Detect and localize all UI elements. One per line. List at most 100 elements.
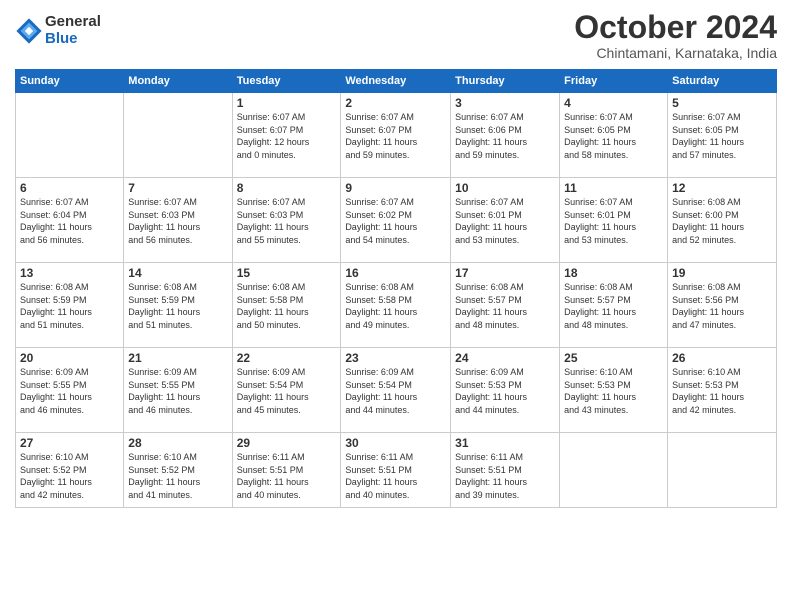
day-info: Sunrise: 6:10 AM Sunset: 5:52 PM Dayligh… xyxy=(128,451,227,501)
day-number: 15 xyxy=(237,266,337,280)
location: Chintamani, Karnataka, India xyxy=(574,45,777,61)
day-info: Sunrise: 6:09 AM Sunset: 5:54 PM Dayligh… xyxy=(237,366,337,416)
table-row: 23Sunrise: 6:09 AM Sunset: 5:54 PM Dayli… xyxy=(341,348,451,433)
table-row: 16Sunrise: 6:08 AM Sunset: 5:58 PM Dayli… xyxy=(341,263,451,348)
page-container: General Blue October 2024 Chintamani, Ka… xyxy=(0,0,792,612)
day-info: Sunrise: 6:07 AM Sunset: 6:07 PM Dayligh… xyxy=(237,111,337,161)
col-monday: Monday xyxy=(124,70,232,93)
day-info: Sunrise: 6:07 AM Sunset: 6:03 PM Dayligh… xyxy=(128,196,227,246)
day-number: 27 xyxy=(20,436,119,450)
day-info: Sunrise: 6:08 AM Sunset: 5:59 PM Dayligh… xyxy=(128,281,227,331)
table-row: 8Sunrise: 6:07 AM Sunset: 6:03 PM Daylig… xyxy=(232,178,341,263)
table-row: 26Sunrise: 6:10 AM Sunset: 5:53 PM Dayli… xyxy=(668,348,777,433)
table-row: 14Sunrise: 6:08 AM Sunset: 5:59 PM Dayli… xyxy=(124,263,232,348)
day-number: 18 xyxy=(564,266,663,280)
table-row: 5Sunrise: 6:07 AM Sunset: 6:05 PM Daylig… xyxy=(668,93,777,178)
day-info: Sunrise: 6:08 AM Sunset: 5:58 PM Dayligh… xyxy=(345,281,446,331)
day-number: 12 xyxy=(672,181,772,195)
day-number: 26 xyxy=(672,351,772,365)
day-info: Sunrise: 6:07 AM Sunset: 6:04 PM Dayligh… xyxy=(20,196,119,246)
day-number: 28 xyxy=(128,436,227,450)
table-row: 1Sunrise: 6:07 AM Sunset: 6:07 PM Daylig… xyxy=(232,93,341,178)
table-row: 3Sunrise: 6:07 AM Sunset: 6:06 PM Daylig… xyxy=(451,93,560,178)
calendar-table: Sunday Monday Tuesday Wednesday Thursday… xyxy=(15,69,777,508)
table-row: 21Sunrise: 6:09 AM Sunset: 5:55 PM Dayli… xyxy=(124,348,232,433)
day-info: Sunrise: 6:07 AM Sunset: 6:07 PM Dayligh… xyxy=(345,111,446,161)
day-info: Sunrise: 6:07 AM Sunset: 6:05 PM Dayligh… xyxy=(564,111,663,161)
table-row: 25Sunrise: 6:10 AM Sunset: 5:53 PM Dayli… xyxy=(560,348,668,433)
table-row: 12Sunrise: 6:08 AM Sunset: 6:00 PM Dayli… xyxy=(668,178,777,263)
logo-blue-text: Blue xyxy=(45,31,101,48)
day-info: Sunrise: 6:09 AM Sunset: 5:54 PM Dayligh… xyxy=(345,366,446,416)
day-number: 14 xyxy=(128,266,227,280)
day-info: Sunrise: 6:07 AM Sunset: 6:06 PM Dayligh… xyxy=(455,111,555,161)
day-info: Sunrise: 6:09 AM Sunset: 5:55 PM Dayligh… xyxy=(128,366,227,416)
day-number: 5 xyxy=(672,96,772,110)
day-info: Sunrise: 6:10 AM Sunset: 5:53 PM Dayligh… xyxy=(672,366,772,416)
logo-icon xyxy=(15,17,43,45)
day-number: 13 xyxy=(20,266,119,280)
header: General Blue October 2024 Chintamani, Ka… xyxy=(15,10,777,61)
table-row: 22Sunrise: 6:09 AM Sunset: 5:54 PM Dayli… xyxy=(232,348,341,433)
day-number: 30 xyxy=(345,436,446,450)
day-info: Sunrise: 6:08 AM Sunset: 5:58 PM Dayligh… xyxy=(237,281,337,331)
day-info: Sunrise: 6:08 AM Sunset: 5:57 PM Dayligh… xyxy=(455,281,555,331)
table-row: 24Sunrise: 6:09 AM Sunset: 5:53 PM Dayli… xyxy=(451,348,560,433)
table-row: 19Sunrise: 6:08 AM Sunset: 5:56 PM Dayli… xyxy=(668,263,777,348)
table-row: 30Sunrise: 6:11 AM Sunset: 5:51 PM Dayli… xyxy=(341,433,451,508)
day-number: 7 xyxy=(128,181,227,195)
calendar-week-row: 1Sunrise: 6:07 AM Sunset: 6:07 PM Daylig… xyxy=(16,93,777,178)
col-thursday: Thursday xyxy=(451,70,560,93)
day-number: 23 xyxy=(345,351,446,365)
table-row: 6Sunrise: 6:07 AM Sunset: 6:04 PM Daylig… xyxy=(16,178,124,263)
table-row: 28Sunrise: 6:10 AM Sunset: 5:52 PM Dayli… xyxy=(124,433,232,508)
table-row xyxy=(560,433,668,508)
day-number: 9 xyxy=(345,181,446,195)
table-row xyxy=(668,433,777,508)
table-row: 20Sunrise: 6:09 AM Sunset: 5:55 PM Dayli… xyxy=(16,348,124,433)
day-number: 25 xyxy=(564,351,663,365)
col-tuesday: Tuesday xyxy=(232,70,341,93)
day-info: Sunrise: 6:11 AM Sunset: 5:51 PM Dayligh… xyxy=(455,451,555,501)
table-row: 13Sunrise: 6:08 AM Sunset: 5:59 PM Dayli… xyxy=(16,263,124,348)
calendar-week-row: 6Sunrise: 6:07 AM Sunset: 6:04 PM Daylig… xyxy=(16,178,777,263)
title-area: October 2024 Chintamani, Karnataka, Indi… xyxy=(574,10,777,61)
table-row: 10Sunrise: 6:07 AM Sunset: 6:01 PM Dayli… xyxy=(451,178,560,263)
calendar-week-row: 13 Sunrise: 6:08 AM Sunset: 5:59 PM Dayli… xyxy=(16,263,777,348)
day-number: 31 xyxy=(455,436,555,450)
day-number: 8 xyxy=(237,181,337,195)
day-info: Sunrise: 6:07 AM Sunset: 6:05 PM Dayligh… xyxy=(672,111,772,161)
day-number: 10 xyxy=(455,181,555,195)
table-row: 7Sunrise: 6:07 AM Sunset: 6:03 PM Daylig… xyxy=(124,178,232,263)
table-row: 4Sunrise: 6:07 AM Sunset: 6:05 PM Daylig… xyxy=(560,93,668,178)
day-number: 17 xyxy=(455,266,555,280)
day-info: Sunrise: 6:11 AM Sunset: 5:51 PM Dayligh… xyxy=(345,451,446,501)
day-number: 29 xyxy=(237,436,337,450)
day-info: Sunrise: 6:09 AM Sunset: 5:55 PM Dayligh… xyxy=(20,366,119,416)
day-number: 20 xyxy=(20,351,119,365)
day-number: 4 xyxy=(564,96,663,110)
table-row: 11Sunrise: 6:07 AM Sunset: 6:01 PM Dayli… xyxy=(560,178,668,263)
day-info: Sunrise: 6:11 AM Sunset: 5:51 PM Dayligh… xyxy=(237,451,337,501)
logo-text: General Blue xyxy=(45,14,101,47)
table-row: 31Sunrise: 6:11 AM Sunset: 5:51 PM Dayli… xyxy=(451,433,560,508)
col-sunday: Sunday xyxy=(16,70,124,93)
day-number: 24 xyxy=(455,351,555,365)
day-number: 1 xyxy=(237,96,337,110)
day-info: Sunrise: 6:08 AM Sunset: 5:57 PM Dayligh… xyxy=(564,281,663,331)
logo: General Blue xyxy=(15,14,101,47)
table-row: 18Sunrise: 6:08 AM Sunset: 5:57 PM Dayli… xyxy=(560,263,668,348)
table-row: 15Sunrise: 6:08 AM Sunset: 5:58 PM Dayli… xyxy=(232,263,341,348)
table-row xyxy=(16,93,124,178)
day-info: Sunrise: 6:08 AM Sunset: 5:56 PM Dayligh… xyxy=(672,281,772,331)
day-info: Sunrise: 6:09 AM Sunset: 5:53 PM Dayligh… xyxy=(455,366,555,416)
day-number: 21 xyxy=(128,351,227,365)
day-info: Sunrise: 6:07 AM Sunset: 6:02 PM Dayligh… xyxy=(345,196,446,246)
day-number: 19 xyxy=(672,266,772,280)
calendar-header-row: Sunday Monday Tuesday Wednesday Thursday… xyxy=(16,70,777,93)
month-title: October 2024 xyxy=(574,10,777,45)
logo-general-text: General xyxy=(45,14,101,31)
day-info: Sunrise: 6:07 AM Sunset: 6:01 PM Dayligh… xyxy=(455,196,555,246)
day-info: Sunrise: 6:10 AM Sunset: 5:52 PM Dayligh… xyxy=(20,451,119,501)
calendar-week-row: 27Sunrise: 6:10 AM Sunset: 5:52 PM Dayli… xyxy=(16,433,777,508)
